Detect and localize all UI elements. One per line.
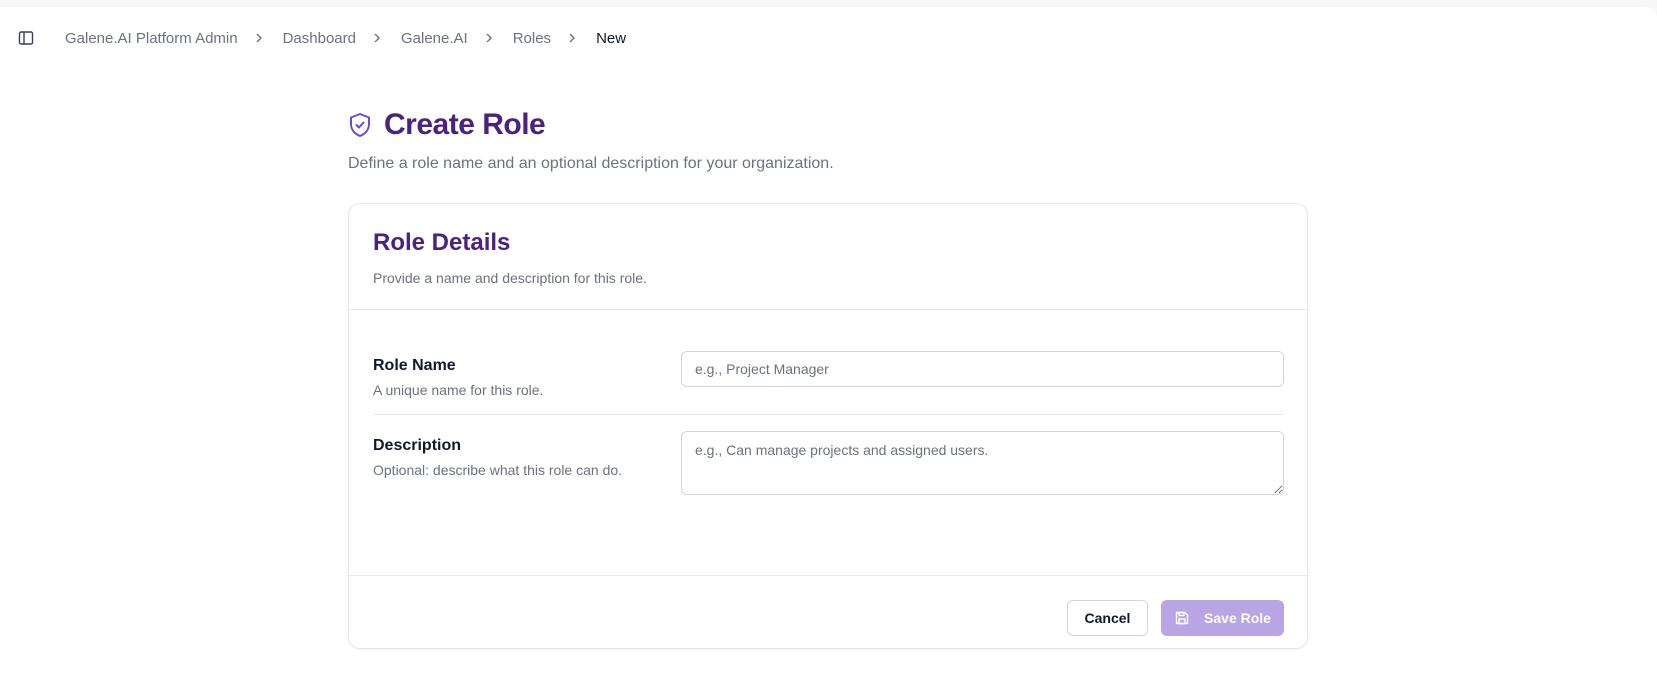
chevron-right-icon <box>252 31 266 45</box>
card-header: Role Details Provide a name and descript… <box>349 204 1307 310</box>
card-description: Provide a name and description for this … <box>373 270 647 286</box>
sidebar-toggle-icon[interactable] <box>16 28 36 48</box>
save-role-button[interactable]: Save Role <box>1161 600 1284 636</box>
page-subtitle: Define a role name and an optional descr… <box>348 155 834 172</box>
breadcrumb: Galene.AI Platform Admin Dashboard Galen… <box>65 28 626 48</box>
shield-check-icon <box>348 111 374 139</box>
role-name-label: Role Name <box>373 357 456 374</box>
card-title: Role Details <box>373 229 511 256</box>
field-divider <box>373 414 1284 415</box>
breadcrumb-item-dashboard[interactable]: Dashboard <box>283 30 356 47</box>
role-name-hint: A unique name for this role. <box>373 382 544 398</box>
description-textarea[interactable] <box>681 431 1284 495</box>
save-role-label: Save Role <box>1204 610 1271 626</box>
save-icon <box>1174 610 1190 626</box>
top-bar: Galene.AI Platform Admin Dashboard Galen… <box>0 7 1657 69</box>
breadcrumb-item-organization[interactable]: Galene.AI <box>401 30 468 47</box>
app-window: Galene.AI Platform Admin Dashboard Galen… <box>0 7 1657 700</box>
breadcrumb-item-roles[interactable]: Roles <box>513 30 551 47</box>
role-details-card: Role Details Provide a name and descript… <box>348 203 1308 649</box>
cancel-button[interactable]: Cancel <box>1067 600 1148 636</box>
breadcrumb-item-current: New <box>596 29 627 47</box>
chevron-right-icon <box>482 31 496 45</box>
description-hint: Optional: describe what this role can do… <box>373 462 623 478</box>
breadcrumb-item-platform-admin[interactable]: Galene.AI Platform Admin <box>65 30 238 47</box>
page-title: Create Role <box>384 108 546 141</box>
title-row: Create Role <box>348 105 1308 145</box>
description-label: Description <box>373 437 462 454</box>
role-name-input[interactable] <box>681 351 1284 387</box>
page-header: Create Role Define a role name and an op… <box>348 105 1308 173</box>
chevron-right-icon <box>370 31 384 45</box>
chevron-right-icon <box>565 31 579 45</box>
card-footer-divider <box>349 575 1307 576</box>
